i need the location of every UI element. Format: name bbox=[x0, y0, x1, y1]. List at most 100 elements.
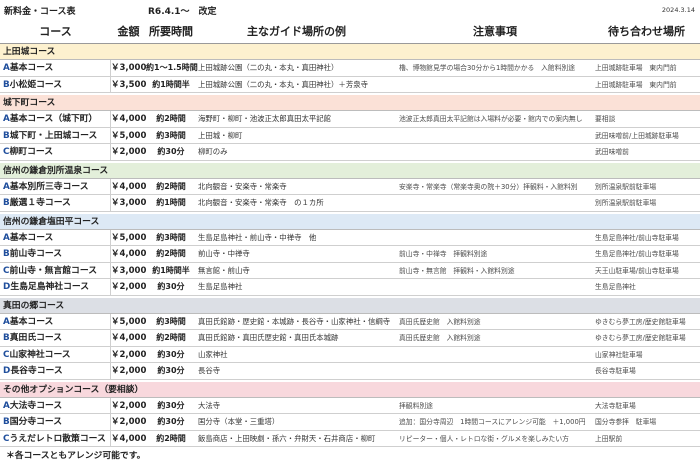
guide-places-cell: 上田城跡公園（二の丸・本丸・真田神社）＋芳泉寺 bbox=[198, 79, 368, 89]
course-name: 大法寺コース bbox=[9, 400, 63, 411]
notes-cell: 安楽寺・常楽寺（常楽寺奥の院＋30分）拝観料・入館料別 bbox=[399, 182, 578, 191]
course-letter: B bbox=[3, 417, 10, 427]
course-letter: B bbox=[3, 130, 10, 141]
section-header-shiodadaira: 信州の鎌倉塩田平コース bbox=[0, 213, 700, 230]
course-name: 城下町・上田城コース bbox=[9, 130, 98, 141]
price-cell: ￥5,000 bbox=[111, 316, 146, 327]
meeting-place-cell: 長谷寺駐車場 bbox=[595, 367, 636, 375]
course-row: A大法寺コース ￥2,000 約30分 大法寺 拝観料別途 大法寺駐車場 bbox=[0, 397, 700, 414]
course-row: A基本コース ￥3,000 約1～1.5時間 上田城跡公園（二の丸・本丸・真田神… bbox=[0, 60, 700, 77]
course-name: 基本コース（城下町） bbox=[9, 114, 98, 124]
course-price-sheet: 新料金・コース表 R6.4.1～ 改定 2024.3.14 コース 金額 所要時… bbox=[0, 0, 700, 462]
course-letter: A bbox=[3, 181, 10, 192]
notes-cell bbox=[397, 77, 593, 93]
course-letter: B bbox=[3, 79, 10, 90]
course-cell: A大法寺コース bbox=[0, 397, 111, 413]
meeting-place-cell: 上田城跡駐車場 東内門前 bbox=[595, 80, 677, 89]
meeting-place-cell: 山家神社駐車場 bbox=[595, 350, 643, 359]
notes-cell: 真田氏歴史館 入館料別途 bbox=[399, 317, 481, 326]
notes-cell: 池波正太郎真田太平記館は入場料が必要・館内での案内無し bbox=[399, 115, 583, 123]
guide-places-cell: 北向観音・安楽寺・常楽寺 bbox=[198, 181, 287, 191]
course-cell: A基本別所三寺コース bbox=[0, 178, 111, 194]
course-cell: B小松姫コース bbox=[0, 76, 111, 92]
course-cell: B前山寺コース bbox=[0, 246, 111, 262]
course-cell: A基本コース bbox=[0, 229, 111, 245]
duration-cell: 約3時間 bbox=[156, 232, 186, 242]
header-notes: 注意事項 bbox=[473, 25, 517, 38]
course-cell: B国分寺コース bbox=[0, 414, 111, 430]
meeting-place-cell: 生島足島神社 bbox=[595, 283, 636, 291]
duration-cell: 約30分 bbox=[157, 282, 185, 291]
meeting-place-cell: 武田味噌前 bbox=[595, 148, 629, 156]
notes-cell: 拝観料別途 bbox=[399, 401, 433, 410]
meeting-place-cell: 国分寺参拝 駐車場 bbox=[595, 418, 657, 426]
price-cell: ￥4,000 bbox=[111, 249, 146, 259]
course-letter: B bbox=[3, 198, 10, 208]
course-row: Cうえだレトロ散策コース ￥4,000 約2時間 飯島商店・上田映劇・孫六・弁財… bbox=[0, 430, 700, 447]
course-row: C前山寺・無言館コース ￥3,000 約1時間半 無言館・前山寺 前山寺・無言館… bbox=[0, 262, 700, 279]
course-cell: C柳町コース bbox=[0, 144, 111, 160]
price-cell: ￥4,000 bbox=[111, 333, 146, 343]
price-cell: ￥2,000 bbox=[111, 282, 146, 292]
meeting-place-cell: 天王山駐車場/前山寺駐車場 bbox=[595, 266, 679, 275]
course-letter: A bbox=[3, 400, 10, 411]
notes-cell bbox=[397, 128, 593, 144]
section-header-options: その他オプションコース（要相談） bbox=[0, 381, 700, 398]
course-cell: A基本コース bbox=[0, 313, 111, 329]
course-row: B厳選１寺コース ￥3,000 約1時間 北向観音・安楽寺・常楽寺 の１カ所 別… bbox=[0, 195, 700, 212]
guide-places-cell: 海野町・柳町・池波正太郎真田太平記館 bbox=[198, 114, 332, 123]
duration-cell: 約30分 bbox=[157, 349, 185, 359]
duration-cell: 約2時間 bbox=[156, 333, 186, 342]
meeting-place-cell: 上田駅前 bbox=[595, 434, 623, 443]
course-row: A基本コース ￥5,000 約3時間 生島足島神社・前山寺・中禅寺 他 生島足島… bbox=[0, 229, 700, 246]
course-row: C柳町コース ￥2,000 約30分 柳町のみ 武田味噌前 bbox=[0, 144, 700, 161]
price-cell: ￥2,000 bbox=[111, 366, 146, 376]
course-name: 基本コース bbox=[9, 63, 54, 73]
duration-cell: 約30分 bbox=[157, 400, 185, 410]
course-letter: B bbox=[3, 249, 10, 259]
guide-places-cell: 国分寺（本堂・三重塔） bbox=[198, 417, 280, 426]
price-cell: ￥5,000 bbox=[111, 130, 146, 141]
header-course: コース bbox=[39, 25, 72, 38]
meeting-place-cell: 別所温泉駅前駐車場 bbox=[595, 199, 657, 207]
course-cell: B城下町・上田城コース bbox=[0, 127, 111, 143]
header-time: 所要時間 bbox=[149, 25, 193, 38]
price-cell: ￥2,000 bbox=[111, 417, 146, 427]
price-cell: ￥3,000 bbox=[111, 265, 146, 276]
meeting-place-cell: 生島足島神社/前山寺駐車場 bbox=[595, 233, 679, 242]
notes-cell bbox=[397, 230, 593, 246]
document-title: 新料金・コース表 bbox=[4, 7, 76, 17]
footnote: ＊各コースともアレンジ可能です。 bbox=[6, 451, 146, 461]
duration-cell: 約3時間 bbox=[156, 316, 186, 326]
meeting-place-cell: 別所温泉駅前駐車場 bbox=[595, 182, 657, 191]
table-header: コース 金額 所要時間 主なガイド場所の例 注意事項 待ち合わせ場所 bbox=[0, 20, 700, 44]
course-cell: C山家神社コース bbox=[0, 346, 111, 362]
course-cell: D生島足島神社コース bbox=[0, 279, 111, 295]
guide-places-cell: 長谷寺 bbox=[198, 366, 221, 375]
course-row: D生島足島神社コース ￥2,000 約30分 生島足島神社 生島足島神社 bbox=[0, 279, 700, 296]
course-row: A基本コース ￥5,000 約3時間 真田氏館跡・歴史館・本城跡・長谷寺・山家神… bbox=[0, 313, 700, 330]
price-cell: ￥3,000 bbox=[111, 63, 146, 73]
price-cell: ￥4,000 bbox=[111, 433, 146, 444]
course-name: 厳選１寺コース bbox=[9, 198, 71, 208]
duration-cell: 約2時間 bbox=[156, 181, 186, 191]
course-name: 真田氏コース bbox=[9, 333, 63, 343]
course-letter: A bbox=[3, 316, 10, 327]
course-row: B真田氏コース ￥4,000 約2時間 真田氏館跡・真田氏歴史館・真田氏本城跡 … bbox=[0, 330, 700, 347]
course-name: 長谷寺コース bbox=[10, 366, 63, 376]
course-name: 前山寺・無言館コース bbox=[9, 265, 97, 276]
course-cell: A基本コース bbox=[0, 60, 111, 76]
price-cell: ￥3,000 bbox=[111, 198, 146, 208]
guide-places-cell: 上田城跡公園（二の丸・本丸・真田神社） bbox=[198, 63, 339, 72]
document-date: 2024.3.14 bbox=[661, 6, 695, 14]
meeting-place-cell: 上田城跡駐車場 東内門前 bbox=[595, 64, 677, 72]
course-cell: B厳選１寺コース bbox=[0, 195, 111, 211]
price-cell: ￥2,000 bbox=[111, 349, 146, 360]
notes-cell: 追加：国分寺周辺 1時間コースにアレンジ可能 ＋1,000円 bbox=[399, 418, 586, 426]
notes-cell: 真田氏歴史館 入館料別途 bbox=[399, 334, 481, 342]
duration-cell: 約2時間 bbox=[156, 433, 186, 443]
price-cell: ￥3,500 bbox=[111, 79, 146, 90]
duration-cell: 約1～1.5時間 bbox=[146, 63, 198, 72]
course-row: B前山寺コース ￥4,000 約2時間 前山寺・中禅寺 前山寺・中禅寺 拝観料別… bbox=[0, 246, 700, 263]
course-cell: B真田氏コース bbox=[0, 330, 111, 346]
